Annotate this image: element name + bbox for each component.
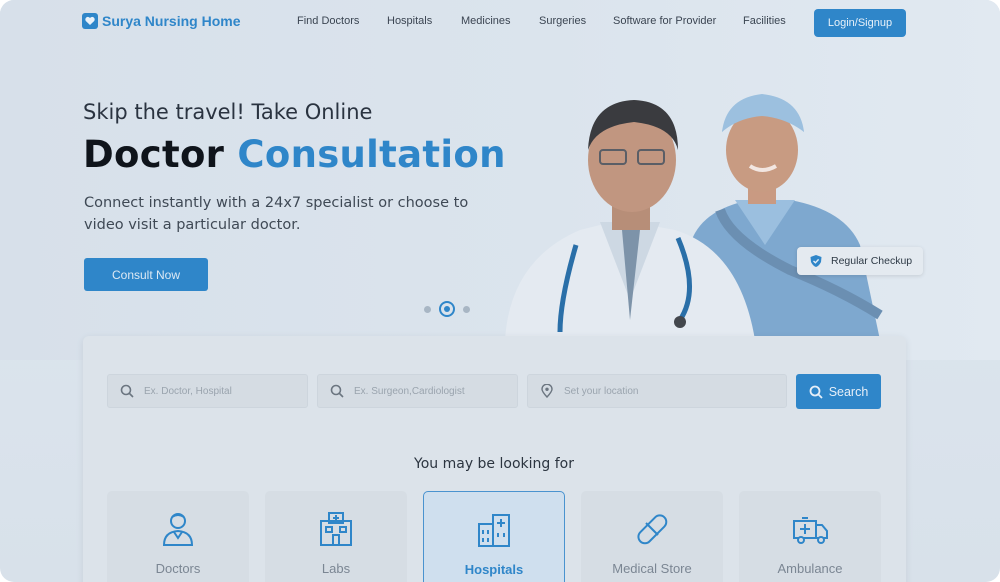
heart-shield-icon — [82, 13, 98, 29]
headline-doctor: Doctor — [83, 133, 225, 176]
category-label: Hospitals — [464, 562, 524, 577]
category-hospitals[interactable]: Hospitals — [423, 491, 565, 582]
nav-hospitals[interactable]: Hospitals — [387, 15, 432, 27]
category-label: Ambulance — [777, 561, 843, 576]
carousel-dots — [424, 301, 470, 317]
doctors-illustration — [505, 94, 883, 340]
category-ambulance[interactable]: Ambulance — [739, 491, 881, 582]
regular-checkup-badge: Regular Checkup — [797, 247, 923, 275]
pill-icon — [637, 514, 668, 545]
search-icon — [330, 384, 344, 398]
hospital-icon — [478, 514, 510, 547]
category-doctors[interactable]: Doctors — [107, 491, 249, 582]
top-navbar: Surya Nursing Home Find Doctors Hospital… — [0, 0, 1000, 45]
ambulance-icon — [793, 517, 828, 544]
headline-consultation: Consultation — [237, 133, 506, 176]
carousel-dot-2[interactable] — [439, 301, 455, 317]
hero-headline: Doctor Consultation — [83, 133, 506, 176]
category-label: Medical Store — [612, 561, 692, 576]
hero-description: Connect instantly with a 24x7 specialist… — [84, 195, 469, 233]
specialty-input[interactable] — [354, 385, 494, 397]
shield-check-icon — [810, 255, 822, 267]
location-pin-icon — [541, 384, 553, 398]
carousel-dot-1[interactable] — [424, 305, 431, 313]
search-icon — [120, 384, 134, 398]
doctor-search-field[interactable] — [107, 374, 308, 408]
hero-tagline: Skip the travel! Take Online — [83, 100, 373, 124]
nav-find-doctors[interactable]: Find Doctors — [297, 15, 359, 27]
category-label: Labs — [321, 561, 351, 576]
page-frame: Surya Nursing Home Find Doctors Hospital… — [0, 0, 1000, 582]
carousel-dot-3[interactable] — [463, 305, 470, 313]
category-medical-store[interactable]: Medical Store — [581, 491, 723, 582]
lab-icon — [320, 512, 352, 546]
category-labs[interactable]: Labs — [265, 491, 407, 582]
login-signup-button[interactable]: Login/Signup — [814, 9, 906, 37]
nav-facilities[interactable]: Facilities — [743, 15, 786, 27]
category-label: Doctors — [155, 561, 201, 576]
search-button-label: Search — [828, 384, 869, 399]
consult-now-button[interactable]: Consult Now — [84, 258, 208, 291]
brand-logo[interactable]: Surya Nursing Home — [82, 13, 240, 29]
nav-surgeries[interactable]: Surgeries — [539, 15, 586, 27]
badge-label: Regular Checkup — [831, 255, 913, 267]
search-icon — [809, 385, 823, 399]
doctor-icon — [162, 513, 194, 546]
location-input[interactable] — [564, 385, 704, 397]
doctor-hospital-input[interactable] — [144, 385, 284, 397]
nav-medicines[interactable]: Medicines — [461, 15, 511, 27]
brand-name: Surya Nursing Home — [102, 13, 241, 29]
specialty-search-field[interactable] — [317, 374, 518, 408]
nav-software-for-provider[interactable]: Software for Provider — [613, 15, 716, 27]
location-field[interactable] — [527, 374, 787, 408]
looking-for-heading: You may be looking for — [414, 456, 574, 472]
search-button[interactable]: Search — [796, 374, 881, 409]
